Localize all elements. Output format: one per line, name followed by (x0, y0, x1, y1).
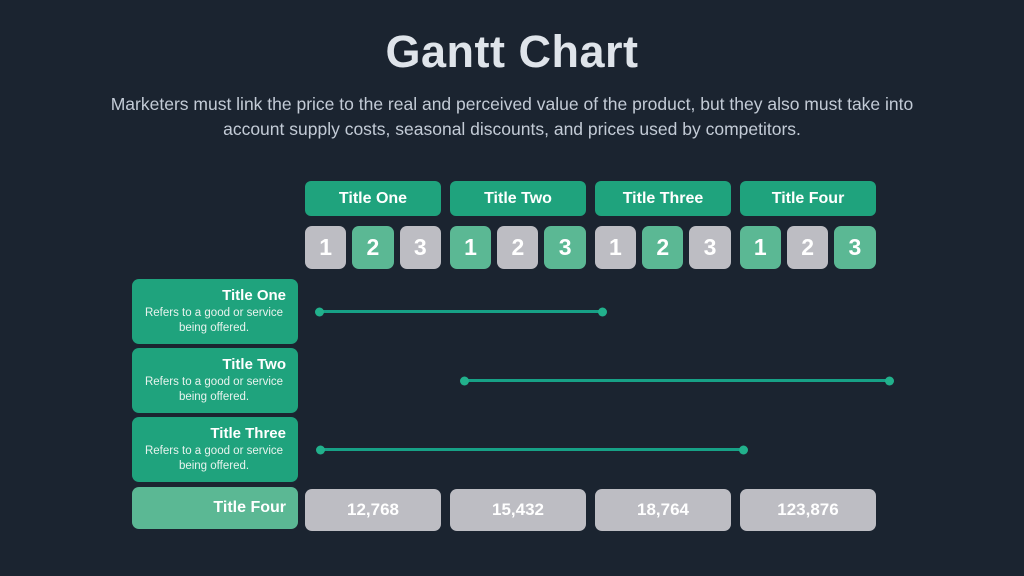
column-header-3[interactable]: Title Three (595, 181, 731, 216)
task-title-1: Title One (222, 287, 286, 304)
gantt-bar-3[interactable] (319, 448, 745, 451)
timeline-tiles-row: 1 2 3 1 2 3 1 2 3 1 2 3 (305, 226, 876, 269)
tile-group-4: 1 2 3 (739, 226, 876, 269)
total-value-4[interactable]: 123,876 (740, 489, 876, 531)
total-value-1[interactable]: 12,768 (305, 489, 441, 531)
slide-root: Gantt Chart Marketers must link the pric… (0, 0, 1024, 576)
tile-1-1[interactable]: 1 (305, 226, 347, 269)
tile-1-2[interactable]: 2 (352, 226, 394, 269)
page-title: Gantt Chart (385, 26, 639, 77)
task-desc-1: Refers to a good or service being offere… (144, 307, 284, 334)
column-header-4[interactable]: Title Four (740, 181, 876, 216)
column-headers: Title One Title Two Title Three Title Fo… (305, 181, 876, 216)
tile-3-1[interactable]: 1 (594, 226, 637, 269)
gantt-bar-2[interactable] (463, 379, 891, 382)
tile-2-1[interactable]: 1 (449, 226, 492, 269)
task-row-label-3[interactable]: Title Three Refers to a good or service … (132, 417, 298, 482)
tile-group-2: 1 2 3 (449, 226, 586, 269)
page-subtitle: Marketers must link the price to the rea… (110, 94, 914, 139)
summary-row-title: Title Four (213, 498, 286, 516)
column-header-1[interactable]: Title One (305, 181, 441, 216)
tile-4-3[interactable]: 3 (834, 226, 876, 269)
task-desc-2: Refers to a good or service being offere… (144, 376, 284, 403)
tile-group-3: 1 2 3 (594, 226, 731, 269)
task-row-label-1[interactable]: Title One Refers to a good or service be… (132, 279, 298, 344)
task-title-2: Title Two (222, 356, 286, 373)
tile-4-1[interactable]: 1 (739, 226, 781, 269)
tile-2-2[interactable]: 2 (497, 226, 539, 269)
total-value-3[interactable]: 18,764 (595, 489, 731, 531)
tile-3-3[interactable]: 3 (689, 226, 731, 269)
summary-row-label[interactable]: Title Four (132, 487, 298, 529)
tile-2-3[interactable]: 3 (544, 226, 586, 269)
totals-row: 12,768 15,432 18,764 123,876 (305, 489, 876, 531)
task-row-label-2[interactable]: Title Two Refers to a good or service be… (132, 348, 298, 413)
task-label-column: Title One Refers to a good or service be… (132, 279, 298, 533)
task-title-3: Title Three (210, 425, 286, 442)
tile-4-2[interactable]: 2 (786, 226, 829, 269)
tile-group-1: 1 2 3 (305, 226, 441, 269)
column-header-2[interactable]: Title Two (450, 181, 586, 216)
tile-3-2[interactable]: 2 (642, 226, 684, 269)
total-value-2[interactable]: 15,432 (450, 489, 586, 531)
tile-1-3[interactable]: 3 (399, 226, 441, 269)
task-desc-3: Refers to a good or service being offere… (144, 445, 284, 472)
gantt-bar-1[interactable] (318, 310, 604, 313)
